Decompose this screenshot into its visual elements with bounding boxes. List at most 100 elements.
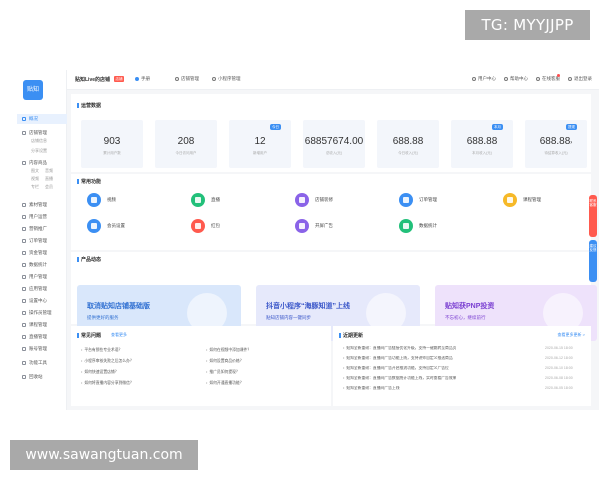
sidebar-item-12[interactable]: 操作员管理 (17, 308, 67, 318)
float-contact-button[interactable]: 联系客服 (589, 195, 597, 237)
stat-card[interactable]: 68857674.00 总收入(元) (303, 120, 365, 168)
faq-item[interactable]: 如何开通直播功能？ (206, 381, 243, 386)
sidebar-item-0[interactable]: 概况 (17, 114, 67, 124)
sidebar-item-5[interactable]: 营销推广 (17, 224, 67, 234)
banner-title: 贴知获PNP投资 (445, 303, 495, 310)
faq-item[interactable]: 推广员如何提现？ (206, 370, 239, 375)
function-video[interactable]: 视频 (87, 190, 187, 210)
sidebar-item-6[interactable]: 订单管理 (17, 236, 67, 246)
shop-tag-badge: 店铺 (114, 76, 124, 82)
sidebar-subitem[interactable]: 图文 (31, 168, 39, 174)
users-icon (22, 214, 26, 219)
sidebar-item-15[interactable]: 账号管理 (17, 344, 67, 354)
sidebar-item-8[interactable]: 数据统计 (17, 260, 67, 270)
help-icon (504, 76, 508, 81)
user-icon (22, 274, 26, 279)
faq-item[interactable]: 如何快速设置店铺？ (81, 370, 118, 375)
stat-card[interactable]: 688.88 今日收入(元) (377, 120, 439, 168)
sidebar-item-label: 内容商品 (29, 160, 47, 165)
stat-card[interactable]: 688.88› 待结算收入(元) 提现 (525, 120, 587, 168)
sidebar-item-7[interactable]: 资金管理 (17, 248, 67, 258)
goods-icon (22, 160, 26, 165)
update-item[interactable]: 贴知全新重磅：直播间广告功能上线，支持讲师自定义推送商品 (343, 356, 452, 361)
sidebar-subitem[interactable]: 直播 (45, 176, 53, 182)
chart-icon (22, 262, 26, 267)
ad-icon (295, 219, 309, 233)
banner-title: 取消贴知店铺基础版 (87, 303, 150, 310)
sidebar-subitem[interactable]: 视频 (31, 176, 39, 182)
update-date: 2020-06-10 18:00 (545, 366, 573, 370)
stat-label: 新增用户 (253, 151, 267, 155)
banner-subtitle: 提供更好的服务 (87, 315, 119, 320)
faq-more-link[interactable]: 查看更多 (111, 332, 127, 338)
stat-card[interactable]: 903 累计用户数 (81, 120, 143, 168)
stat-label: 今日收入(元) (398, 151, 418, 155)
updates-more-link[interactable]: 查看更多更新 > (558, 332, 585, 338)
sidebar-subitem[interactable]: 音频 (45, 168, 53, 174)
faq-item[interactable]: 小程序审核失败之后怎么办？ (81, 359, 133, 364)
sidebar-item-13[interactable]: 课程管理 (17, 320, 67, 330)
sidebar-item-4[interactable]: 用户运营 (17, 212, 67, 222)
shop-name: 贴知Live的店铺 (75, 77, 111, 83)
function-redpacket[interactable]: 红包 (191, 216, 291, 236)
sidebar-subitem[interactable]: 专栏 (31, 184, 39, 190)
topbar-online-service[interactable]: 在线客服 (536, 76, 560, 82)
sidebar-item-label: 订单管理 (29, 238, 47, 243)
sidebar-item-14[interactable]: 直播管理 (17, 332, 67, 342)
sidebar-item-17[interactable]: 回收站 (17, 372, 67, 382)
update-item[interactable]: 贴知全新重磅：直播间广告链接优化升级，支持一键跳转至商品页 (343, 346, 456, 351)
function-label: 红包 (211, 223, 220, 228)
topbar-item-label: 用户中心 (478, 76, 496, 81)
miniprogram-icon (212, 76, 216, 81)
stat-card[interactable]: 208 今日访问用户 (155, 120, 217, 168)
sidebar-subitem[interactable]: 会员 (45, 184, 53, 190)
faq-item[interactable]: 如何将直播内容分享到微信？ (81, 381, 133, 386)
sidebar-item-2[interactable]: 内容商品 (17, 158, 67, 168)
topbar-logout[interactable]: 退出登录 (568, 76, 592, 82)
function-course[interactable]: 课程管理 (503, 190, 599, 210)
sidebar-item-16[interactable]: 功能工具 (17, 358, 67, 368)
update-item[interactable]: 贴知全新重磅：直播间广告数据统计功能上线，实时查看广告效果 (343, 376, 456, 381)
stat-card[interactable]: 688.88 本月收入(元) 本月 (451, 120, 513, 168)
user-icon (472, 76, 476, 81)
update-item[interactable]: 贴知全新重磅：直播间广告上线 (343, 386, 399, 391)
sidebar-item-label: 账号管理 (29, 346, 47, 351)
sidebar-subitem[interactable]: 分享设置 (31, 148, 47, 154)
course-icon (503, 193, 517, 207)
topbar-item-label: 帮助中心 (510, 76, 528, 81)
function-label: 课程管理 (523, 197, 541, 202)
faq-item[interactable]: 如何设置商品价格？ (206, 359, 243, 364)
faq-item[interactable]: 平台有那些专业术语？ (81, 348, 122, 353)
topbar-item-label: 店铺管理 (181, 76, 199, 81)
sidebar-item-3[interactable]: 素材管理 (17, 200, 67, 210)
stat-label: 本月收入(元) (472, 151, 492, 155)
sidebar-item-label: 资金管理 (29, 250, 47, 255)
faq-item[interactable]: 如何在视频中添加课件？ (206, 348, 251, 353)
section-title-products: 产品动态 (76, 256, 102, 263)
sidebar-item-1[interactable]: 店铺管理 (17, 128, 67, 138)
sidebar-item-11[interactable]: 设置中心 (17, 296, 67, 306)
topbar-help-center[interactable]: 帮助中心 (504, 76, 528, 82)
screenshot-frame: 贴知 概况 店铺管理 内容商品 素材管理 用户运营 营销推广 订单管理 资金管理 数据统计 用户管… (0, 0, 600, 480)
sidebar-item-9[interactable]: 用户管理 (17, 272, 67, 282)
function-live[interactable]: 直播 (191, 190, 291, 210)
app-logo[interactable]: 贴知 (23, 80, 43, 100)
topbar-user-center[interactable]: 用户中心 (472, 76, 496, 82)
function-vip[interactable]: 会员设置 (87, 216, 187, 236)
update-item[interactable]: 贴知全新重磅：直播间广告开启推流功能，支持自定义广告位 (343, 366, 449, 371)
stat-value: 903 (103, 136, 121, 147)
function-order[interactable]: 订单管理 (399, 190, 499, 210)
topbar-item-miniprogram[interactable]: 小程序管理 (212, 76, 241, 82)
function-decorate[interactable]: 店铺装修 (295, 190, 395, 210)
stat-card[interactable]: 12 新增用户 今日 (229, 120, 291, 168)
sidebar-item-10[interactable]: 应用管理 (17, 284, 67, 294)
topbar-item-manual[interactable]: 手册 (135, 76, 150, 82)
topbar-item-label: 退出登录 (574, 76, 592, 81)
function-stats[interactable]: 数据统计 (399, 216, 499, 236)
function-ad[interactable]: 开屏广告 (295, 216, 395, 236)
sidebar-subitem[interactable]: 店铺信息 (31, 138, 47, 144)
topbar-item-shop-manage[interactable]: 店铺管理 (175, 76, 199, 82)
sidebar-item-label: 课程管理 (29, 322, 47, 327)
stat-badge: 本月 (492, 124, 503, 130)
float-feedback-button[interactable]: 建议反馈 (589, 240, 597, 282)
